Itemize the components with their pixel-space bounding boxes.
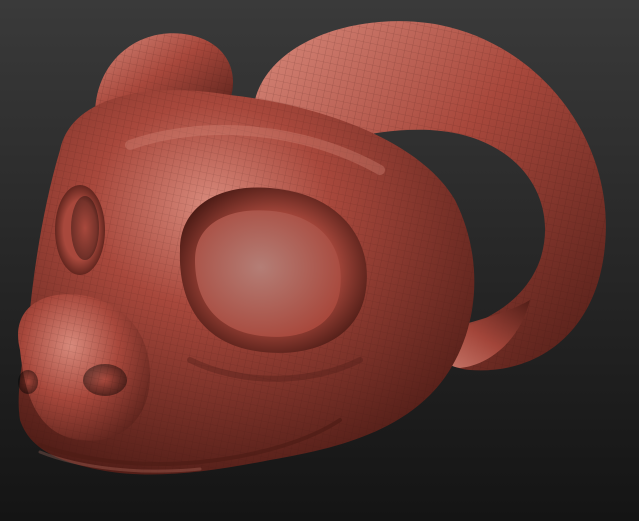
sculpt-viewport[interactable] <box>0 0 639 521</box>
left-eye-socket <box>55 185 105 275</box>
ram-head-model <box>0 0 639 521</box>
left-nostril <box>18 370 38 394</box>
right-nostril <box>83 364 127 396</box>
